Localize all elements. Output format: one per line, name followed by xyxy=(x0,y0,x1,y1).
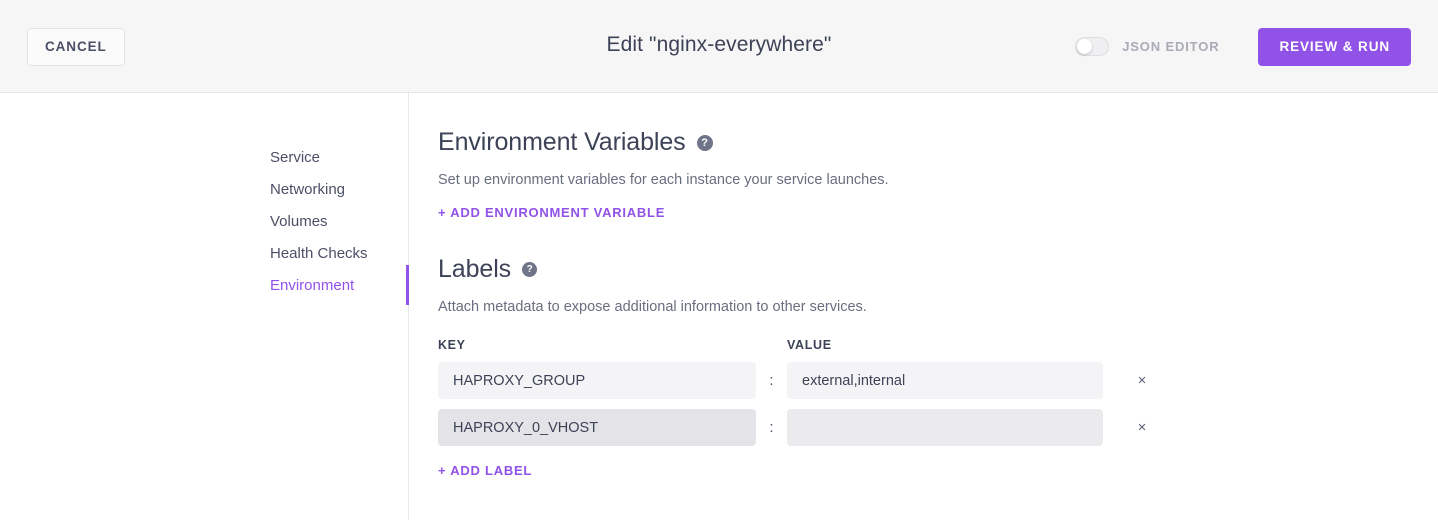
remove-label-button[interactable]: × xyxy=(1131,417,1153,439)
sidebar-item-label: Environment xyxy=(270,276,355,294)
settings-content: Environment Variables ? Set up environme… xyxy=(409,93,1438,520)
question-mark-icon[interactable]: ? xyxy=(696,134,713,151)
label-value-input[interactable] xyxy=(787,362,1103,399)
question-mark-icon[interactable]: ? xyxy=(522,262,538,277)
sidebar-item-label: Networking xyxy=(270,180,346,198)
labels-heading: Labels ? xyxy=(438,255,1438,284)
toggle-switch-knob xyxy=(1077,39,1093,54)
labels-column-headers: KEY VALUE xyxy=(438,338,1438,352)
label-value-input[interactable] xyxy=(787,409,1103,446)
environment-variables-description: Set up environment variables for each in… xyxy=(438,172,889,188)
add-environment-variable-button[interactable]: + ADD ENVIRONMENT VARIABLE xyxy=(438,205,665,220)
key-value-separator: : xyxy=(769,372,774,389)
section-title-text: Labels xyxy=(438,255,512,283)
labels-description: Attach metadata to expose additional inf… xyxy=(438,299,867,315)
label-key-input[interactable] xyxy=(438,362,756,399)
column-header-key: KEY xyxy=(438,338,466,352)
section-title-text: Environment Variables xyxy=(438,128,686,156)
app-header: CANCEL Edit "nginx-everywhere" JSON EDIT… xyxy=(0,0,1438,93)
active-indicator-bar xyxy=(406,265,409,305)
header-actions: JSON EDITOR REVIEW & RUN xyxy=(1075,0,1411,93)
sidebar-item-networking[interactable]: Networking xyxy=(0,173,408,205)
sidebar-item-label: Health Checks xyxy=(270,244,368,262)
environment-variables-heading: Environment Variables ? xyxy=(438,128,1438,157)
page-body: Service Networking Volumes Health Checks… xyxy=(0,93,1438,520)
column-header-value: VALUE xyxy=(787,338,832,352)
remove-label-button[interactable]: × xyxy=(1131,370,1153,392)
sidebar-item-volumes[interactable]: Volumes xyxy=(0,205,408,237)
label-row: : × xyxy=(438,409,1438,446)
json-editor-label: JSON EDITOR xyxy=(1122,39,1220,54)
sidebar-item-label: Volumes xyxy=(270,212,328,230)
sidebar-item-service[interactable]: Service xyxy=(0,141,408,173)
sidebar-item-health-checks[interactable]: Health Checks xyxy=(0,237,408,269)
label-row: : × xyxy=(438,362,1438,399)
sidebar-item-label: Service xyxy=(270,148,321,166)
key-value-separator: : xyxy=(769,419,774,436)
json-editor-toggle[interactable]: JSON EDITOR xyxy=(1075,37,1219,56)
settings-sidebar: Service Networking Volumes Health Checks… xyxy=(0,93,409,520)
review-and-run-button[interactable]: REVIEW & RUN xyxy=(1258,27,1411,66)
toggle-switch-track[interactable] xyxy=(1075,37,1110,56)
label-key-input[interactable] xyxy=(438,409,756,446)
labels-section: Labels ? Attach metadata to expose addit… xyxy=(438,255,1438,480)
environment-variables-section: Environment Variables ? Set up environme… xyxy=(438,128,1438,222)
add-label-button[interactable]: + ADD LABEL xyxy=(438,463,532,478)
sidebar-item-environment[interactable]: Environment xyxy=(0,265,409,305)
